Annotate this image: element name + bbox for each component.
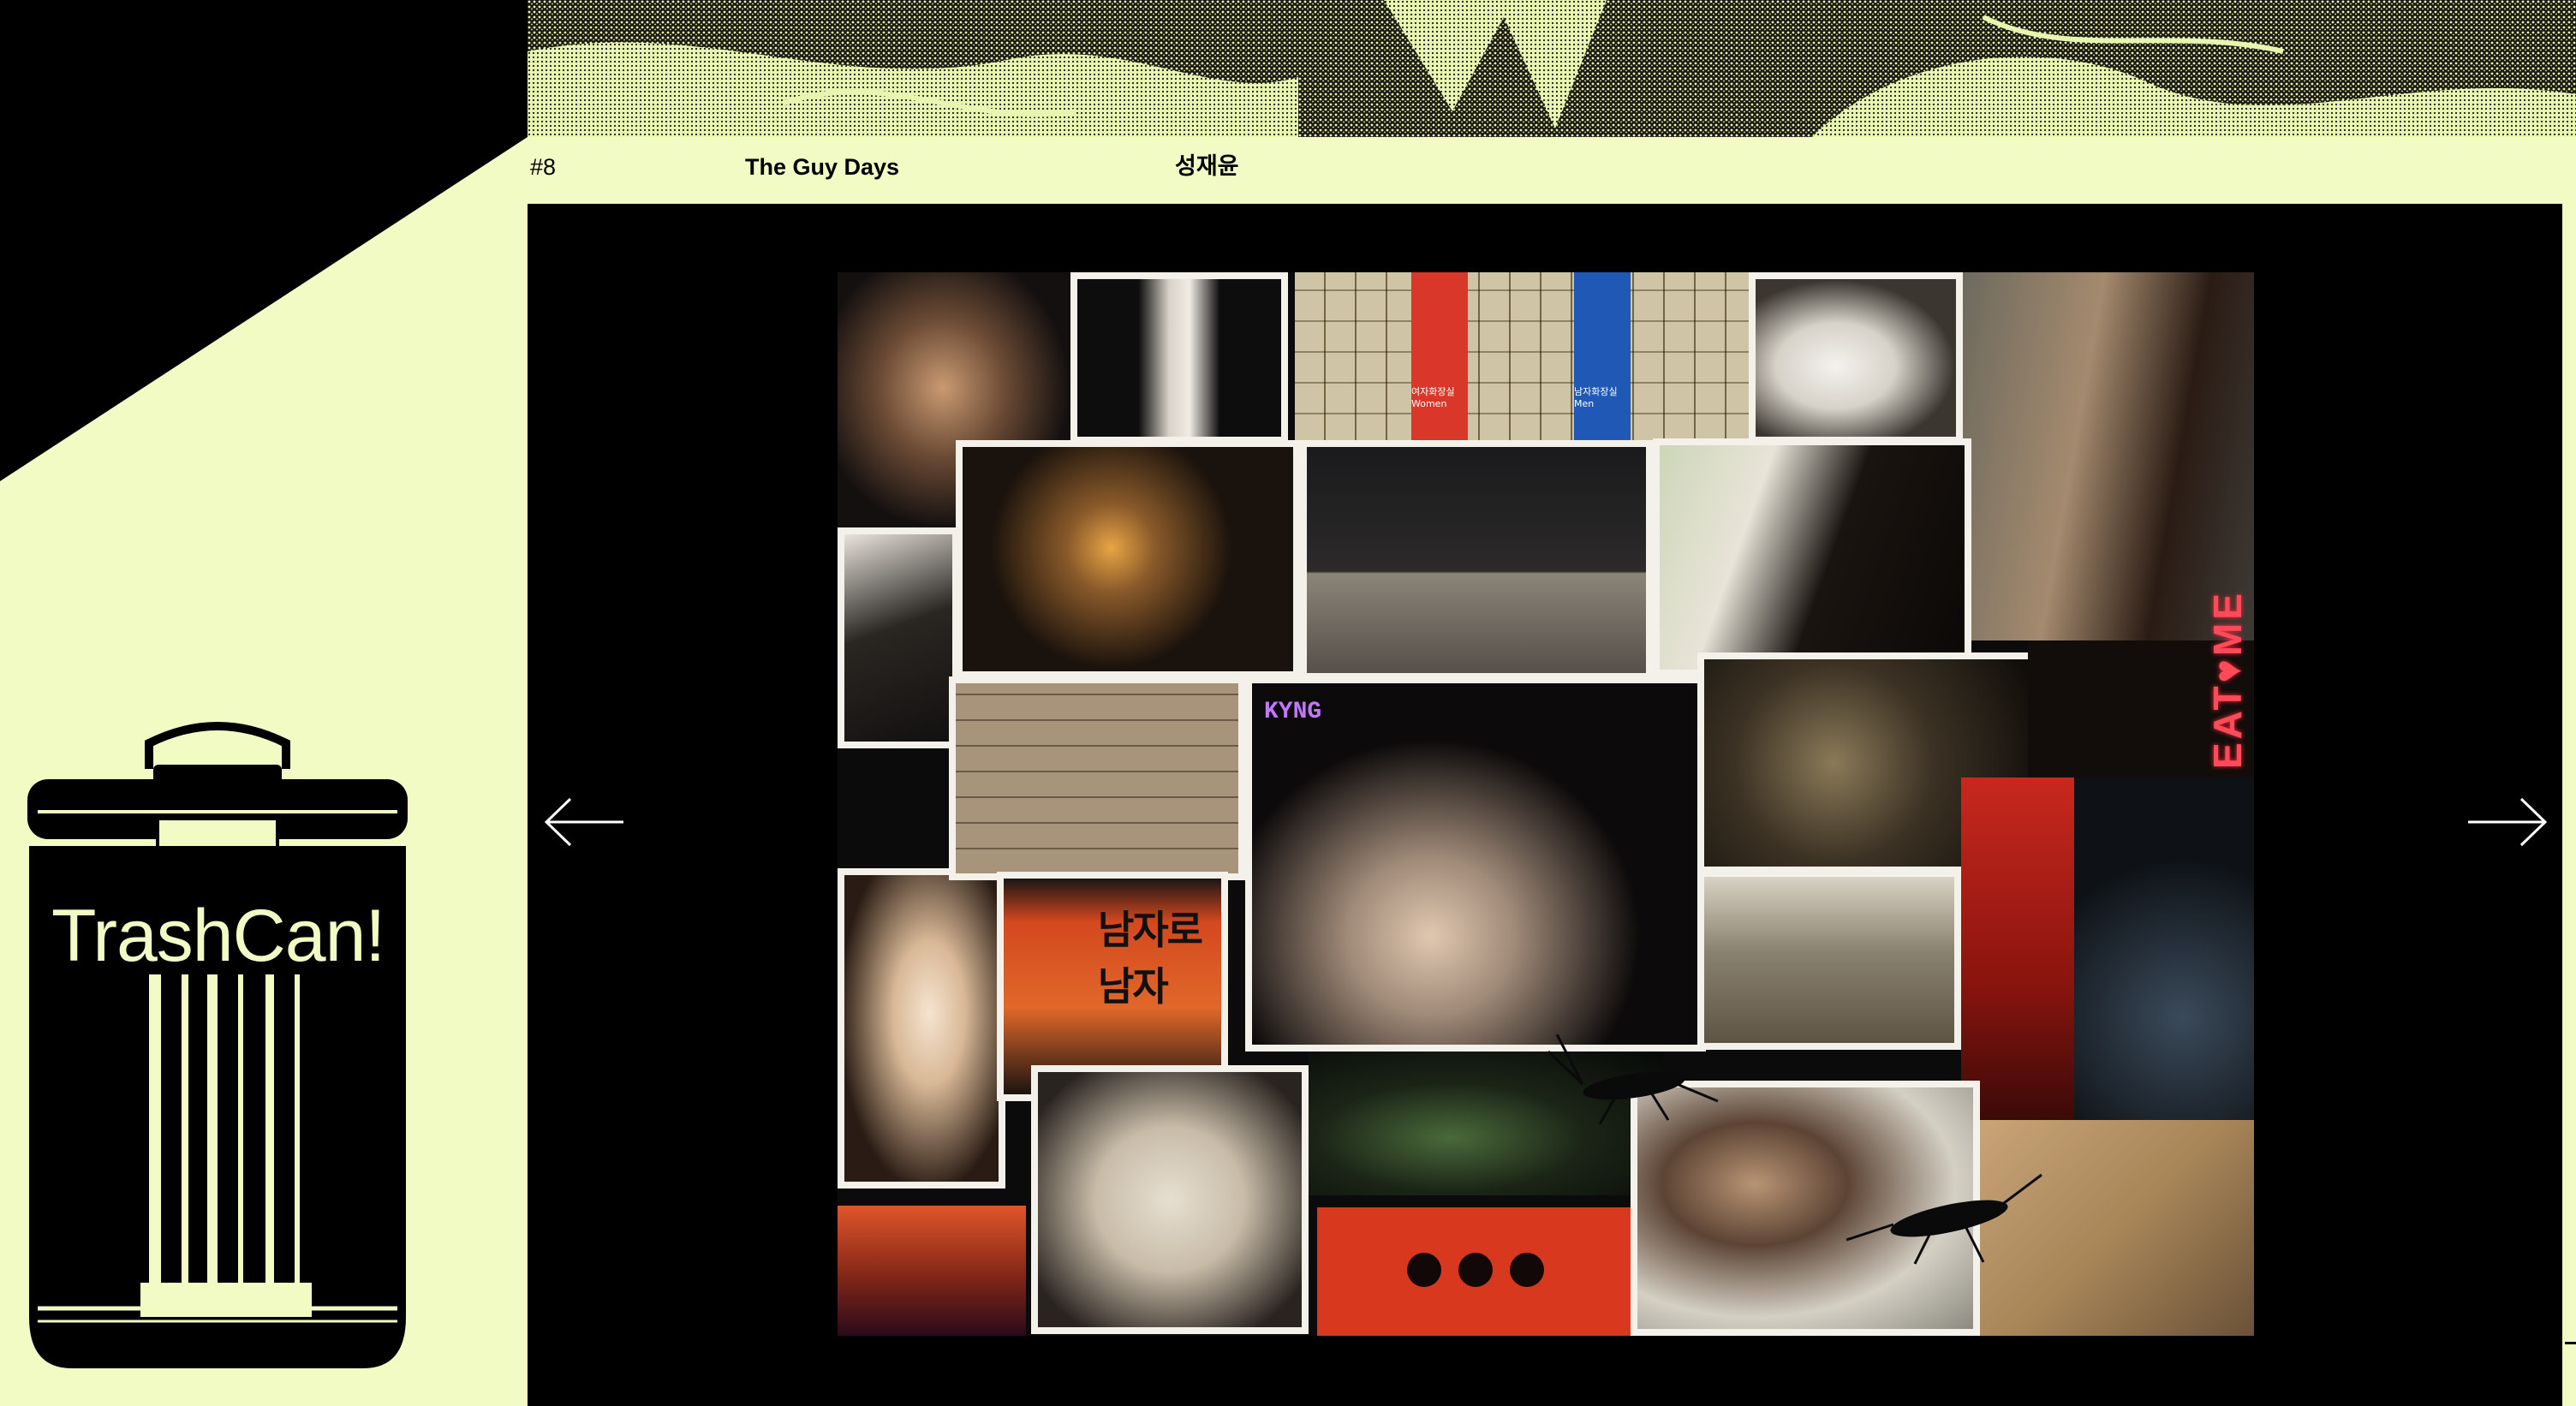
cockroach-icon — [1548, 1034, 1719, 1125]
collage-photo-red-poster — [1961, 777, 2074, 1120]
prev-arrow-button[interactable] — [541, 792, 627, 852]
article-title: The Guy Days — [745, 154, 900, 180]
sign-men-text: 남자화장실 Men — [1574, 386, 1618, 409]
three-dots-decoration — [1407, 1253, 1544, 1287]
collage-photo-dark-stage — [2074, 777, 2254, 1120]
photo-collage[interactable]: 여자화장실 Women 남자화장실 Men KYNG EAT♥ME 남자로 남자 — [838, 272, 2254, 1336]
collage-photo-toilet — [1749, 272, 1963, 444]
neon-sign: EAT♥ME — [2205, 590, 2250, 769]
cockroach-icon — [1846, 1173, 2042, 1265]
collage-photo-soldiers — [1697, 870, 1961, 1050]
collage-photo-orange-glow — [838, 1206, 1026, 1336]
collage-photo-urinal — [1070, 272, 1288, 444]
next-arrow-button[interactable] — [2465, 792, 2550, 852]
edge-mark — [2565, 1342, 2576, 1344]
sign-men: 남자화장실 Men — [1574, 272, 1631, 444]
article-author: 성재윤 — [1175, 153, 1239, 180]
arrow-right-icon — [2468, 797, 2548, 847]
collage-photo-wrist — [1653, 438, 1971, 676]
sign-women: 여자화장실 Women — [1411, 272, 1468, 444]
collage-photo-hands — [838, 868, 1005, 1189]
article-number: #8 — [530, 154, 557, 180]
collage-photo-back — [1963, 272, 2254, 640]
collage-photo-toast — [956, 440, 1300, 678]
sign-women-text: 여자화장실 Women — [1411, 386, 1455, 409]
collage-photo-street — [1300, 440, 1653, 680]
collage-photo-brick-wall — [949, 676, 1245, 880]
trashcan-logo[interactable] — [21, 718, 414, 1377]
club-sign: KYNG — [1264, 699, 1322, 725]
corner-black-shape — [0, 0, 528, 481]
collage-photo-sitting — [838, 527, 959, 748]
trashcan-logo-text: TrashCan! — [51, 895, 385, 977]
arrow-left-icon — [544, 797, 623, 847]
poster-text: 남자로 남자 — [1098, 907, 1203, 1010]
top-banner-illustration — [528, 0, 2576, 137]
collage-photo-club: KYNG — [1245, 676, 1706, 1052]
collage-photo-restroom-signs: 여자화장실 Women 남자화장실 Men — [1295, 272, 1749, 444]
collage-photo-bed — [1031, 1065, 1309, 1334]
